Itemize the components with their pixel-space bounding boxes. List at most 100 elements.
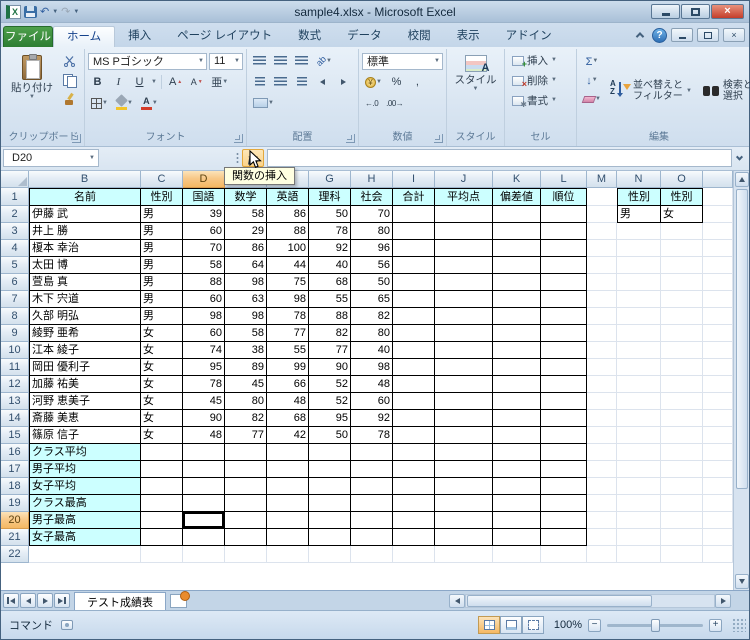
cell-K14[interactable] [493,410,541,427]
cell-L19[interactable] [541,495,587,512]
cell-B17[interactable]: 男子平均 [29,461,141,478]
cell-K21[interactable] [493,529,541,546]
cell-J12[interactable] [435,376,493,393]
cell-N11[interactable] [617,359,661,376]
cell-F21[interactable] [267,529,309,546]
column-header-L[interactable]: L [541,171,587,188]
cell-N22[interactable] [617,546,661,563]
workbook-minimize-button[interactable] [671,28,693,42]
cell-G16[interactable] [309,444,351,461]
cell-L16[interactable] [541,444,587,461]
column-header-M[interactable]: M [587,171,617,188]
align-left-button[interactable] [250,74,269,91]
row-header-3[interactable]: 3 [1,223,29,240]
cell-filler-22[interactable] [703,546,733,563]
cell-C12[interactable]: 女 [141,376,183,393]
cell-I10[interactable] [393,342,435,359]
cell-O14[interactable] [661,410,703,427]
row-header-12[interactable]: 12 [1,376,29,393]
first-sheet-button[interactable] [3,593,19,608]
cell-D20[interactable] [183,512,225,529]
increase-font-button[interactable]: A ▲ [166,74,185,91]
cell-C2[interactable]: 男 [141,206,183,223]
cell-E12[interactable]: 45 [225,376,267,393]
cell-K5[interactable] [493,257,541,274]
row-header-14[interactable]: 14 [1,410,29,427]
cell-C17[interactable] [141,461,183,478]
cell-K16[interactable] [493,444,541,461]
cell-J20[interactable] [435,512,493,529]
cell-O11[interactable] [661,359,703,376]
cell-J16[interactable] [435,444,493,461]
cell-I14[interactable] [393,410,435,427]
cell-J2[interactable] [435,206,493,223]
cell-F12[interactable]: 66 [267,376,309,393]
cell-G18[interactable] [309,478,351,495]
cell-F10[interactable]: 55 [267,342,309,359]
column-header-H[interactable]: H [351,171,393,188]
cell-G20[interactable] [309,512,351,529]
cell-H12[interactable]: 48 [351,376,393,393]
cell-M10[interactable] [587,342,617,359]
cell-F1[interactable]: 英語 [267,188,309,206]
clipboard-dialog-launcher[interactable] [72,134,81,143]
column-header-D[interactable]: D [183,171,225,188]
cell-I19[interactable] [393,495,435,512]
cell-G6[interactable]: 68 [309,274,351,291]
cell-E6[interactable]: 98 [225,274,267,291]
cell-O7[interactable] [661,291,703,308]
cell-K3[interactable] [493,223,541,240]
cell-N2[interactable]: 男 [617,206,661,223]
cell-I7[interactable] [393,291,435,308]
cell-B21[interactable]: 女子最高 [29,529,141,546]
cell-D4[interactable]: 70 [183,240,225,257]
cell-D13[interactable]: 45 [183,393,225,410]
cell-G12[interactable]: 52 [309,376,351,393]
cell-B5[interactable]: 太田 博 [29,257,141,274]
cell-L17[interactable] [541,461,587,478]
cell-D16[interactable] [183,444,225,461]
cell-E16[interactable] [225,444,267,461]
cell-H5[interactable]: 56 [351,257,393,274]
fill-button[interactable]: ↓ ▼ [580,72,604,89]
cell-N9[interactable] [617,325,661,342]
cell-E17[interactable] [225,461,267,478]
cell-J5[interactable] [435,257,493,274]
row-header-17[interactable]: 17 [1,461,29,478]
column-header-B[interactable]: B [29,171,141,188]
cell-B13[interactable]: 河野 恵美子 [29,393,141,410]
cell-M17[interactable] [587,461,617,478]
bold-button[interactable]: B [88,74,107,91]
cell-L9[interactable] [541,325,587,342]
horizontal-scrollbar-thumb[interactable] [467,594,652,607]
cell-J1[interactable]: 平均点 [435,188,493,206]
find-select-button[interactable]: 検索と選択 ▼ [698,51,750,131]
italic-button[interactable]: I [109,74,128,91]
cell-D17[interactable] [183,461,225,478]
format-painter-button[interactable] [60,91,79,108]
select-all-button[interactable] [1,171,29,188]
align-bottom-button[interactable] [292,53,311,70]
cell-M3[interactable] [587,223,617,240]
cell-I13[interactable] [393,393,435,410]
cell-C22[interactable] [141,546,183,563]
cell-N12[interactable] [617,376,661,393]
zoom-level-label[interactable]: 100% [550,619,582,631]
cell-K15[interactable] [493,427,541,444]
cell-F20[interactable] [267,512,309,529]
cell-E21[interactable] [225,529,267,546]
cell-N10[interactable] [617,342,661,359]
cell-H15[interactable]: 78 [351,427,393,444]
cell-K17[interactable] [493,461,541,478]
cell-J22[interactable] [435,546,493,563]
ribbon-tab-5[interactable]: データ [334,26,395,47]
scroll-down-button[interactable] [734,574,749,589]
cell-G4[interactable]: 92 [309,240,351,257]
cut-button[interactable] [60,53,79,70]
decrease-indent-button[interactable] [313,74,332,91]
cell-H7[interactable]: 65 [351,291,393,308]
align-right-button[interactable] [292,74,311,91]
cell-B11[interactable]: 岡田 優利子 [29,359,141,376]
number-format-select[interactable]: 標準 ▼ [362,52,443,70]
cell-C4[interactable]: 男 [141,240,183,257]
